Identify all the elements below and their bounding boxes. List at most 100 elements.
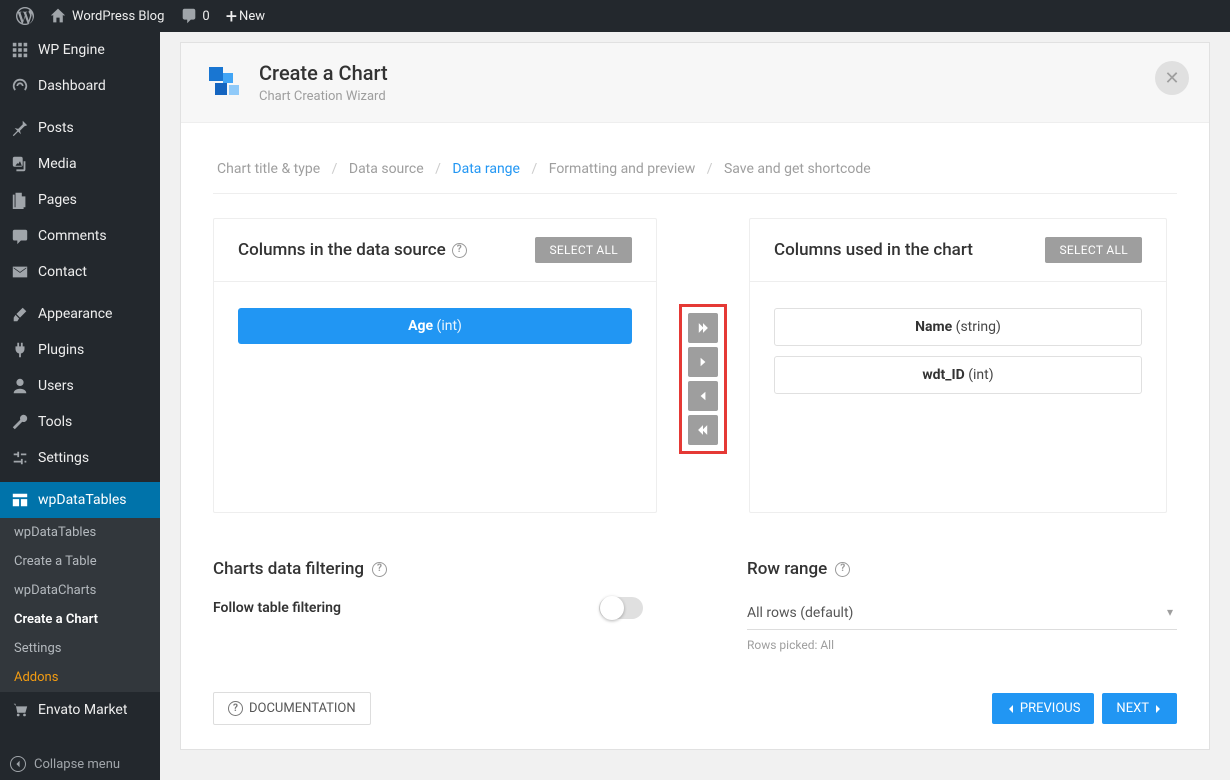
- sidebar-item-dashboard[interactable]: Dashboard: [0, 68, 160, 104]
- move-all-left-button[interactable]: [688, 415, 718, 445]
- chart-columns-panel: Columns used in the chart SELECT ALL Nam…: [749, 218, 1167, 513]
- mover-highlight: [679, 304, 727, 454]
- sidebar-item-appearance[interactable]: Appearance: [0, 296, 160, 332]
- chart-panel-title: Columns used in the chart: [774, 240, 973, 260]
- submenu-item[interactable]: Create a Table: [0, 547, 160, 576]
- collapse-icon: [10, 756, 26, 772]
- breadcrumb-step[interactable]: Save and get shortcode: [724, 161, 871, 177]
- sidebar-item-label: Contact: [38, 264, 87, 280]
- submenu-item-current[interactable]: Create a Chart: [0, 605, 160, 634]
- sidebar-item-envato[interactable]: Envato Market: [0, 692, 160, 728]
- wrench-icon: [10, 412, 30, 432]
- pages-icon: [10, 190, 30, 210]
- move-left-button[interactable]: [688, 381, 718, 411]
- source-columns-panel: Columns in the data source ? SELECT ALL …: [213, 218, 657, 513]
- site-home[interactable]: WordPress Blog: [42, 0, 172, 32]
- follow-filtering-toggle[interactable]: [599, 597, 643, 619]
- row-range-select[interactable]: All rows (default): [747, 597, 1177, 630]
- submenu-item[interactable]: wpDataCharts: [0, 576, 160, 605]
- sidebar-item-settings[interactable]: Settings: [0, 440, 160, 476]
- sidebar-item-label: Media: [38, 156, 77, 172]
- chevron-left-icon: [1006, 704, 1016, 714]
- sidebar-item-label: Plugins: [38, 342, 84, 358]
- wpdatatables-submenu: wpDataTables Create a Table wpDataCharts…: [0, 518, 160, 692]
- select-all-chart-button[interactable]: SELECT ALL: [1045, 237, 1142, 263]
- sidebar-item-posts[interactable]: Posts: [0, 110, 160, 146]
- breadcrumb-step[interactable]: Formatting and preview: [549, 161, 696, 177]
- submenu-item[interactable]: wpDataTables: [0, 518, 160, 547]
- submenu-item[interactable]: Settings: [0, 634, 160, 663]
- new-content[interactable]: + New: [218, 0, 273, 32]
- admin-bar: WordPress Blog 0 + New: [0, 0, 1230, 32]
- media-icon: [10, 154, 30, 174]
- wpengine-icon: [10, 40, 30, 60]
- follow-filtering-label: Follow table filtering: [213, 600, 341, 616]
- info-icon[interactable]: ?: [372, 562, 387, 577]
- table-icon: [10, 490, 30, 510]
- collapse-label: Collapse menu: [34, 757, 120, 772]
- sidebar-item-label: Envato Market: [38, 702, 127, 718]
- sidebar-item-contact[interactable]: Contact: [0, 254, 160, 290]
- sidebar-item-label: Settings: [38, 450, 89, 466]
- column-chip-wdtid[interactable]: wdt_ID (int): [774, 356, 1142, 394]
- pin-icon: [10, 118, 30, 138]
- column-chip-name[interactable]: Name (string): [774, 308, 1142, 346]
- comment-icon: [10, 226, 30, 246]
- mail-icon: [10, 262, 30, 282]
- move-all-right-button[interactable]: [688, 313, 718, 343]
- next-button[interactable]: NEXT: [1102, 693, 1177, 724]
- breadcrumb-step[interactable]: Chart title & type: [217, 161, 320, 177]
- sidebar-item-media[interactable]: Media: [0, 146, 160, 182]
- sidebar-item-label: Tools: [38, 414, 72, 430]
- sidebar-item-users[interactable]: Users: [0, 368, 160, 404]
- sidebar-item-label: Users: [38, 378, 74, 394]
- sidebar-item-label: Appearance: [38, 306, 112, 322]
- row-range-value: All rows (default): [747, 597, 1177, 630]
- submenu-item-addons[interactable]: Addons: [0, 663, 160, 692]
- column-chip-age[interactable]: Age (int): [238, 308, 632, 344]
- sidebar-item-label: Pages: [38, 192, 77, 208]
- sidebar-item-label: Posts: [38, 120, 74, 136]
- admin-sidebar: WP Engine Dashboard Posts Media Pages Co…: [0, 32, 160, 780]
- info-icon[interactable]: ?: [452, 243, 467, 258]
- breadcrumb-step-active[interactable]: Data range: [452, 161, 520, 177]
- cart-icon: [10, 700, 30, 720]
- dashboard-icon: [10, 76, 30, 96]
- sidebar-item-plugins[interactable]: Plugins: [0, 332, 160, 368]
- rows-picked-helper: Rows picked: All: [747, 638, 1177, 652]
- close-icon: ✕: [1164, 68, 1179, 89]
- user-icon: [10, 376, 30, 396]
- info-icon[interactable]: ?: [835, 562, 850, 577]
- sidebar-item-pages[interactable]: Pages: [0, 182, 160, 218]
- site-name-label: WordPress Blog: [72, 9, 164, 24]
- documentation-button[interactable]: ? DOCUMENTATION: [213, 692, 371, 725]
- sidebar-item-wpengine[interactable]: WP Engine: [0, 32, 160, 68]
- chevron-right-icon: [1153, 704, 1163, 714]
- collapse-menu[interactable]: Collapse menu: [0, 748, 160, 780]
- move-right-button[interactable]: [688, 347, 718, 377]
- wizard-breadcrumb: Chart title & type / Data source / Data …: [213, 145, 1177, 194]
- sidebar-item-tools[interactable]: Tools: [0, 404, 160, 440]
- comments-count: 0: [202, 9, 209, 24]
- plug-icon: [10, 340, 30, 360]
- row-range-title: Row range ?: [747, 559, 1177, 579]
- main-content: Create a Chart Chart Creation Wizard ✕ C…: [160, 32, 1230, 780]
- breadcrumb-step[interactable]: Data source: [349, 161, 424, 177]
- sidebar-item-wpdatatables[interactable]: wpDataTables: [0, 482, 160, 518]
- sidebar-item-label: wpDataTables: [38, 492, 127, 508]
- select-all-source-button[interactable]: SELECT ALL: [535, 237, 632, 263]
- close-button[interactable]: ✕: [1155, 61, 1189, 95]
- info-icon: ?: [228, 701, 243, 716]
- card-header: Create a Chart Chart Creation Wizard ✕: [181, 43, 1209, 123]
- sidebar-item-comments[interactable]: Comments: [0, 218, 160, 254]
- previous-button[interactable]: PREVIOUS: [992, 693, 1095, 724]
- sliders-icon: [10, 448, 30, 468]
- page-subtitle: Chart Creation Wizard: [259, 89, 388, 104]
- plus-icon: +: [226, 6, 237, 26]
- wp-logo[interactable]: [8, 0, 42, 32]
- sidebar-item-label: WP Engine: [38, 42, 105, 58]
- sidebar-item-label: Dashboard: [38, 78, 106, 94]
- new-label: New: [239, 9, 265, 24]
- comments-link[interactable]: 0: [172, 0, 217, 32]
- column-mover: [657, 218, 749, 454]
